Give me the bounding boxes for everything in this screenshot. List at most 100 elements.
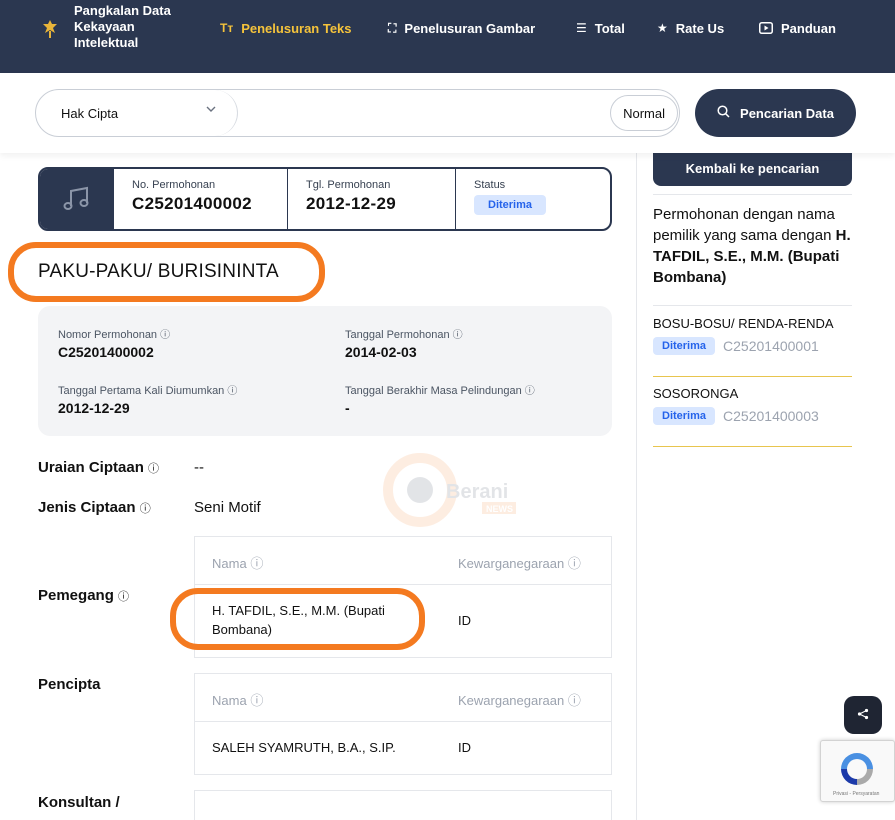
divider (653, 194, 852, 195)
value: C25201400002 (132, 194, 252, 213)
brand[interactable]: Pangkalan Data Kekayaan Intelektual (40, 0, 194, 58)
label: Nomor Permohonan (58, 329, 158, 341)
nav-label: Total (594, 20, 625, 36)
label-text: Jenis Ciptaan (38, 499, 136, 516)
brand-line-3: Intelektual (74, 35, 139, 50)
col-label: Kewarganegaraan (458, 556, 565, 571)
category-value: Hak Cipta (61, 105, 119, 121)
image-search-icon: ⛶ (388, 20, 397, 35)
pencipta-nama: SALEH SYAMRUTH, B.A., S.IP. (212, 740, 396, 755)
nav-label: Rate Us (675, 20, 725, 36)
label-text: Konsultan / (38, 794, 120, 811)
chevron-down-icon (206, 104, 216, 116)
watermark-logo: Berani NEWS (382, 452, 542, 532)
info-nomor-permohonan: Nomor Permohonan ⓘ C25201400002 (58, 326, 170, 360)
table-header: Nama ⓘ Kewarganegaraan ⓘ (195, 674, 611, 722)
nav-total[interactable]: ☰ Total (576, 18, 625, 38)
search-button[interactable]: Pencarian Data (695, 89, 856, 137)
label: Tgl. Permohonan (306, 179, 391, 191)
info-icon[interactable]: ⓘ (140, 503, 151, 515)
brand-title: Pangkalan Data Kekayaan Intelektual (74, 3, 194, 51)
garuda-logo-icon (40, 17, 60, 41)
category-select[interactable]: Hak Cipta (36, 90, 238, 136)
pemegang-kewarganegaraan: ID (458, 613, 471, 628)
record-header-card: No. Permohonan C25201400002 Tgl. Permoho… (38, 167, 612, 231)
nav-penelusuran-teks[interactable]: Tт Penelusuran Teks (220, 18, 352, 38)
col-kewarganegaraan: Kewarganegaraan ⓘ (458, 553, 581, 572)
info-icon[interactable]: ⓘ (250, 693, 263, 708)
heading-text: Permohonan dengan nama pemilik yang sama… (653, 206, 836, 244)
jenis-value: Seni Motif (194, 499, 261, 516)
search-icon (717, 105, 730, 121)
search-mode-label: Normal (623, 105, 665, 121)
info-icon[interactable]: ⓘ (227, 386, 237, 397)
info-panel: Nomor Permohonan ⓘ C25201400002 Tanggal … (38, 306, 612, 436)
pemegang-label: Pemegang ⓘ (38, 587, 129, 604)
recaptcha-icon (837, 749, 877, 789)
divider (653, 446, 852, 447)
status-badge: Diterima (653, 407, 716, 425)
label: Tanggal Permohonan (345, 329, 450, 341)
konsultan-table (194, 790, 612, 820)
text-search-icon: Tт (220, 21, 234, 35)
info-icon[interactable]: ⓘ (160, 330, 170, 341)
konsultan-label: Konsultan / (38, 794, 120, 811)
label-text: Uraian Ciptaan (38, 459, 144, 476)
col-nama: Nama ⓘ (212, 690, 263, 709)
back-label: Kembali ke pencarian (685, 160, 820, 176)
related-number: C25201400003 (723, 408, 819, 424)
col-label: Kewarganegaraan (458, 693, 565, 708)
nav-label: Panduan (781, 20, 836, 36)
list-icon: ☰ (576, 21, 587, 35)
nav-panduan[interactable]: Panduan (759, 18, 836, 38)
recaptcha-badge[interactable]: Privasi - Persyaratan (820, 740, 895, 802)
info-tanggal-berakhir: Tanggal Berakhir Masa Pelindungan ⓘ - (345, 382, 535, 416)
pencipta-kewarganegaraan: ID (458, 740, 471, 755)
label: Tanggal Berakhir Masa Pelindungan (345, 385, 522, 397)
related-number: C25201400001 (723, 338, 819, 354)
search-mode-button[interactable]: Normal (610, 95, 678, 131)
uraian-label: Uraian Ciptaan ⓘ (38, 459, 159, 476)
pencipta-label: Pencipta (38, 676, 101, 693)
uraian-value: -- (194, 459, 204, 476)
info-tanggal-permohonan: Tanggal Permohonan ⓘ 2014-02-03 (345, 326, 463, 360)
col-kewarganegaraan: Kewarganegaraan ⓘ (458, 690, 581, 709)
value: 2012-12-29 (58, 400, 130, 416)
value: 2012-12-29 (306, 194, 396, 213)
divider (653, 305, 852, 306)
label-text: Pencipta (38, 676, 101, 693)
nav-rate-us[interactable]: ★ Rate Us (657, 18, 724, 38)
label-text: Pemegang (38, 587, 114, 604)
search-button-label: Pencarian Data (740, 105, 834, 121)
status-badge: Diterima (653, 337, 716, 355)
info-icon[interactable]: ⓘ (525, 386, 535, 397)
jenis-label: Jenis Ciptaan ⓘ (38, 499, 151, 516)
table-row: SALEH SYAMRUTH, B.A., S.IP. ID (195, 722, 611, 774)
top-navbar: Pangkalan Data Kekayaan Intelektual Tт P… (0, 0, 895, 73)
related-item[interactable]: SOSORONGA Diterima C25201400003 (653, 386, 852, 425)
watermark-word: Berani (446, 481, 508, 503)
col-nama: Nama ⓘ (212, 553, 263, 572)
music-note-icon (40, 169, 114, 229)
info-icon[interactable]: ⓘ (118, 591, 129, 603)
info-icon[interactable]: ⓘ (568, 693, 581, 708)
info-icon[interactable]: ⓘ (568, 556, 581, 571)
col-label: Nama (212, 693, 247, 708)
star-icon: ★ (657, 21, 668, 35)
nav-penelusuran-gambar[interactable]: ⛶ Penelusuran Gambar (388, 18, 535, 38)
pemegang-highlight-oval (170, 588, 425, 650)
value: C25201400002 (58, 344, 154, 360)
share-button[interactable] (844, 696, 882, 734)
same-owner-heading: Permohonan dengan nama pemilik yang sama… (653, 204, 853, 288)
info-icon[interactable]: ⓘ (148, 463, 159, 475)
table-header: Nama ⓘ Kewarganegaraan ⓘ (195, 537, 611, 585)
back-to-search-button[interactable]: Kembali ke pencarian (653, 150, 852, 186)
info-icon[interactable]: ⓘ (453, 330, 463, 341)
nav-label: Penelusuran Gambar (404, 20, 536, 36)
info-icon[interactable]: ⓘ (250, 556, 263, 571)
nav-label: Penelusuran Teks (241, 20, 352, 36)
search-field[interactable]: Hak Cipta Normal (35, 89, 680, 137)
header-status: Status Diterima (455, 169, 610, 229)
col-label: Nama (212, 556, 247, 571)
related-item[interactable]: BOSU-BOSU/ RENDA-RENDA Diterima C2520140… (653, 316, 852, 355)
